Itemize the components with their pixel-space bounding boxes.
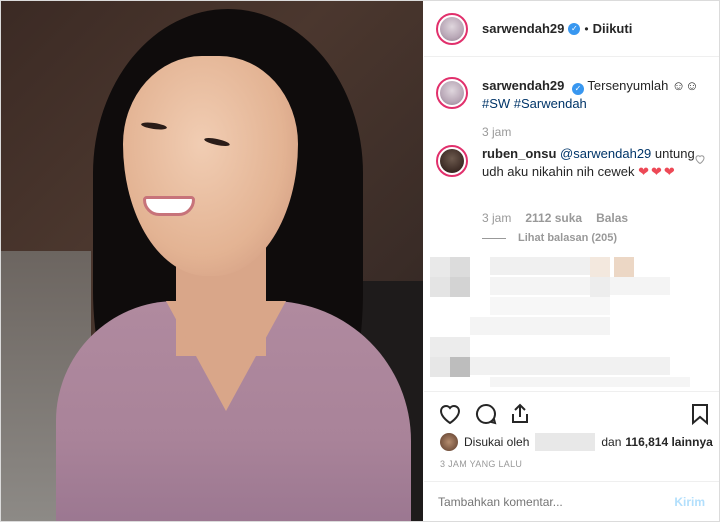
comment-meta: 3 jam 2112 suka Balas bbox=[482, 211, 628, 225]
comment-item: ruben_onsu @sarwendah29 untung udh aku n… bbox=[436, 145, 706, 181]
verified-badge-icon: ✓ bbox=[568, 22, 581, 35]
comment-mention[interactable]: @sarwendah29 bbox=[560, 146, 651, 161]
blurred-comments bbox=[430, 253, 714, 389]
separator-dot: • bbox=[584, 21, 589, 36]
reply-button[interactable]: Balas bbox=[596, 211, 628, 225]
commenter-handle[interactable]: ruben_onsu bbox=[482, 146, 556, 161]
view-replies-button[interactable]: Lihat balasan (205) bbox=[482, 232, 617, 244]
caption-hashtags[interactable]: #SW #Sarwendah bbox=[482, 95, 698, 113]
post-timestamp[interactable]: 3 JAM YANG LALU bbox=[440, 459, 522, 469]
replies-line bbox=[482, 237, 506, 239]
comment-time[interactable]: 3 jam bbox=[482, 211, 511, 225]
liker-avatar[interactable] bbox=[440, 433, 458, 451]
view-replies-label: Lihat balasan (205) bbox=[518, 232, 618, 244]
likes-count[interactable]: 116,814 lainnya bbox=[625, 435, 712, 449]
post-header: sarwendah29 ✓ • Diikuti bbox=[424, 1, 719, 57]
comment-input[interactable] bbox=[438, 495, 638, 509]
verified-badge-icon: ✓ bbox=[572, 83, 584, 95]
action-bar bbox=[424, 391, 719, 435]
post-caption: sarwendah29 ✓ Tersenyumlah ☺☺ #SW #Sarwe… bbox=[436, 77, 706, 139]
liked-by-row: Disukai oleh dan 116,814 lainnya bbox=[440, 433, 713, 451]
follow-status-button[interactable]: Diikuti bbox=[593, 21, 633, 36]
author-avatar[interactable] bbox=[436, 12, 468, 45]
caption-author-handle[interactable]: sarwendah29 bbox=[482, 78, 564, 93]
share-icon[interactable] bbox=[508, 402, 532, 426]
bookmark-icon[interactable] bbox=[688, 402, 712, 426]
post-side-panel: sarwendah29 ✓ • Diikuti sarwendah29 ✓ Te… bbox=[424, 1, 719, 521]
caption-author-avatar[interactable] bbox=[436, 77, 468, 109]
smile-shape bbox=[143, 196, 195, 216]
comment-icon[interactable] bbox=[474, 402, 498, 426]
liker-name-redacted bbox=[535, 433, 596, 451]
liked-by-prefix: Disukai oleh bbox=[464, 435, 530, 449]
caption-time[interactable]: 3 jam bbox=[482, 125, 698, 139]
commenter-avatar[interactable] bbox=[436, 145, 468, 177]
caption-text: Tersenyumlah ☺☺ bbox=[587, 78, 699, 93]
post-photo[interactable] bbox=[1, 1, 423, 521]
send-button[interactable]: Kirim bbox=[674, 495, 705, 509]
comment-likes[interactable]: 2112 suka bbox=[525, 211, 582, 225]
heart-icon[interactable] bbox=[438, 402, 462, 426]
comment-composer: Kirim bbox=[424, 481, 719, 522]
comment-hearts: ❤❤❤ bbox=[638, 164, 677, 179]
author-handle[interactable]: sarwendah29 bbox=[482, 21, 564, 36]
liked-by-middle: dan bbox=[601, 435, 622, 449]
comment-like-heart-icon[interactable] bbox=[694, 153, 706, 165]
